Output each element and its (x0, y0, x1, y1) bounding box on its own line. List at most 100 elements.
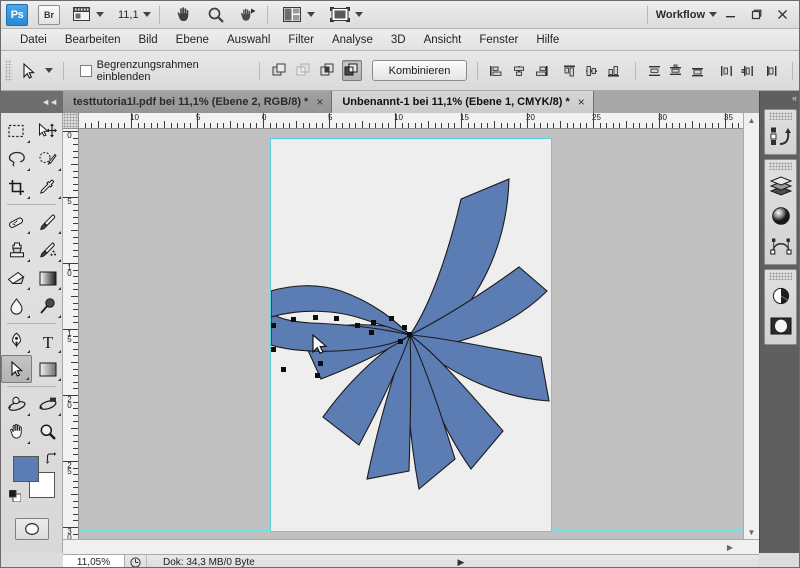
blur-tool[interactable] (1, 292, 32, 320)
launch-bridge-button[interactable]: Br (38, 4, 60, 25)
mini-bridge-chevron-down-icon[interactable] (96, 12, 104, 17)
gradient-tool[interactable] (32, 264, 63, 292)
close-icon[interactable]: × (316, 95, 323, 109)
distribute-horizontal-centers-button[interactable] (739, 60, 759, 81)
scroll-up-arrow-icon[interactable]: ▲ (744, 113, 759, 127)
distribute-top-edges-button[interactable] (645, 60, 665, 81)
distribute-bottom-edges-button[interactable] (688, 60, 708, 81)
arrange-chevron-down-icon[interactable] (306, 12, 315, 17)
crop-tool[interactable] (1, 173, 32, 201)
align-horizontal-centers-button[interactable] (509, 60, 529, 81)
clone-stamp-tool[interactable] (1, 236, 32, 264)
horizontal-type-tool[interactable]: T (32, 327, 63, 355)
menu-bild[interactable]: Bild (129, 32, 166, 48)
tool-preset-chevron-down-icon[interactable] (45, 68, 54, 73)
distribute-left-edges-button[interactable] (717, 60, 737, 81)
foreground-color-swatch[interactable] (13, 456, 39, 482)
paths-panel-icon[interactable] (765, 231, 797, 261)
dock-group-grip[interactable] (769, 272, 792, 280)
document-tab-testtutorial[interactable]: testtutoria1l.pdf bei 11,1% (Ebene 2, RG… (63, 91, 333, 113)
combine-button[interactable]: Kombinieren (371, 60, 468, 81)
document-canvas[interactable] (270, 138, 552, 532)
canvas-area[interactable] (79, 129, 743, 539)
pen-tool[interactable] (1, 327, 32, 355)
options-bar-grip[interactable] (5, 59, 12, 82)
rectangular-marquee-tool[interactable] (1, 117, 32, 145)
add-to-shape-area-button[interactable] (270, 60, 290, 81)
zoom-tool-icon[interactable] (205, 4, 227, 26)
3d-camera-rotate-tool[interactable] (32, 390, 63, 418)
menu-ebene[interactable]: Ebene (167, 32, 218, 48)
panel-collapse-left-icon[interactable]: ◄◄ (1, 91, 63, 113)
vertical-scrollbar[interactable]: ▲ ▼ (743, 113, 759, 539)
vertical-ruler[interactable]: 0 5 10 15 20 25 30 (63, 129, 79, 539)
distribute-right-edges-button[interactable] (761, 60, 781, 81)
rotate-view-tool-icon[interactable] (237, 4, 259, 26)
screen-mode-icon[interactable] (329, 4, 351, 26)
dock-group-grip[interactable] (769, 162, 792, 170)
menu-datei[interactable]: Datei (11, 32, 56, 48)
mini-bridge-icon[interactable] (70, 4, 92, 26)
zoom-level-display[interactable]: 11,1 (118, 9, 139, 21)
default-colors-icon[interactable] (8, 489, 22, 503)
3d-object-rotate-tool[interactable] (1, 390, 32, 418)
brush-tool[interactable] (32, 208, 63, 236)
menu-auswahl[interactable]: Auswahl (218, 32, 279, 48)
screen-mode-chevron-down-icon[interactable] (354, 12, 363, 17)
exclude-overlapping-shape-areas-button[interactable] (341, 60, 362, 81)
scroll-down-arrow-icon[interactable]: ▼ (744, 525, 759, 539)
align-right-edges-button[interactable] (531, 60, 551, 81)
menu-fenster[interactable]: Fenster (470, 32, 527, 48)
align-bottom-edges-button[interactable] (604, 60, 624, 81)
distribute-vertical-centers-button[interactable] (667, 60, 687, 81)
history-brush-tool[interactable] (32, 236, 63, 264)
active-tool-preview-icon[interactable] (17, 59, 42, 83)
dodge-tool[interactable] (32, 292, 63, 320)
menu-3d[interactable]: 3D (382, 32, 415, 48)
dock-collapse-icon[interactable]: « (760, 91, 799, 105)
eyedropper-tool[interactable] (32, 173, 63, 201)
show-bounding-box-checkbox[interactable] (80, 64, 92, 77)
document-tab-unbenannt-1[interactable]: Unbenannt-1 bei 11,1% (Ebene 1, CMYK/8) … (332, 91, 594, 113)
workspace-switcher[interactable]: Workflow (639, 5, 717, 24)
hand-tool-icon[interactable] (173, 4, 195, 26)
history-panel-icon[interactable] (765, 121, 797, 151)
eraser-tool[interactable] (1, 264, 32, 292)
workspace-chevron-down-icon[interactable] (709, 12, 717, 17)
masks-panel-icon[interactable] (765, 311, 797, 341)
direct-selection-tool[interactable] (1, 355, 32, 383)
clock-icon[interactable] (125, 554, 147, 567)
subtract-from-shape-area-button[interactable] (294, 60, 314, 81)
quick-selection-tool[interactable] (32, 145, 63, 173)
channels-panel-icon[interactable] (765, 201, 797, 231)
horizontal-ruler[interactable]: 15 10 5 0 5 10 15 20 25 30 35 (63, 113, 743, 129)
swap-colors-icon[interactable] (45, 452, 57, 467)
quick-mask-mode-button[interactable] (14, 518, 49, 540)
zoom-level-field[interactable]: 11,05% (63, 554, 125, 567)
intersect-shape-areas-button[interactable] (318, 60, 338, 81)
adjustments-panel-icon[interactable] (765, 281, 797, 311)
menu-filter[interactable]: Filter (279, 32, 323, 48)
move-tool[interactable] (32, 117, 63, 145)
lasso-tool[interactable] (1, 145, 32, 173)
rectangle-shape-tool[interactable] (32, 355, 63, 383)
zoom-chevron-down-icon[interactable] (142, 12, 151, 17)
align-top-edges-button[interactable] (560, 60, 580, 81)
close-icon[interactable]: × (578, 95, 585, 109)
close-button[interactable] (769, 2, 795, 28)
hand-tool[interactable] (1, 418, 32, 446)
menu-analyse[interactable]: Analyse (323, 32, 382, 48)
scroll-right-arrow-icon[interactable]: ▶ (723, 540, 737, 554)
align-left-edges-button[interactable] (487, 60, 507, 81)
spot-healing-brush-tool[interactable] (1, 208, 32, 236)
align-vertical-centers-button[interactable] (582, 60, 602, 81)
menu-bearbeiten[interactable]: Bearbeiten (56, 32, 130, 48)
spiral-artwork[interactable] (271, 139, 551, 531)
ruler-origin-corner[interactable] (63, 113, 79, 129)
menu-ansicht[interactable]: Ansicht (415, 32, 471, 48)
horizontal-scrollbar[interactable]: ▶ (63, 539, 759, 554)
restore-button[interactable] (743, 2, 769, 28)
arrange-documents-icon[interactable] (281, 4, 303, 26)
dock-group-grip[interactable] (769, 112, 792, 120)
status-expand-arrow-icon[interactable]: ▶ (452, 557, 470, 568)
